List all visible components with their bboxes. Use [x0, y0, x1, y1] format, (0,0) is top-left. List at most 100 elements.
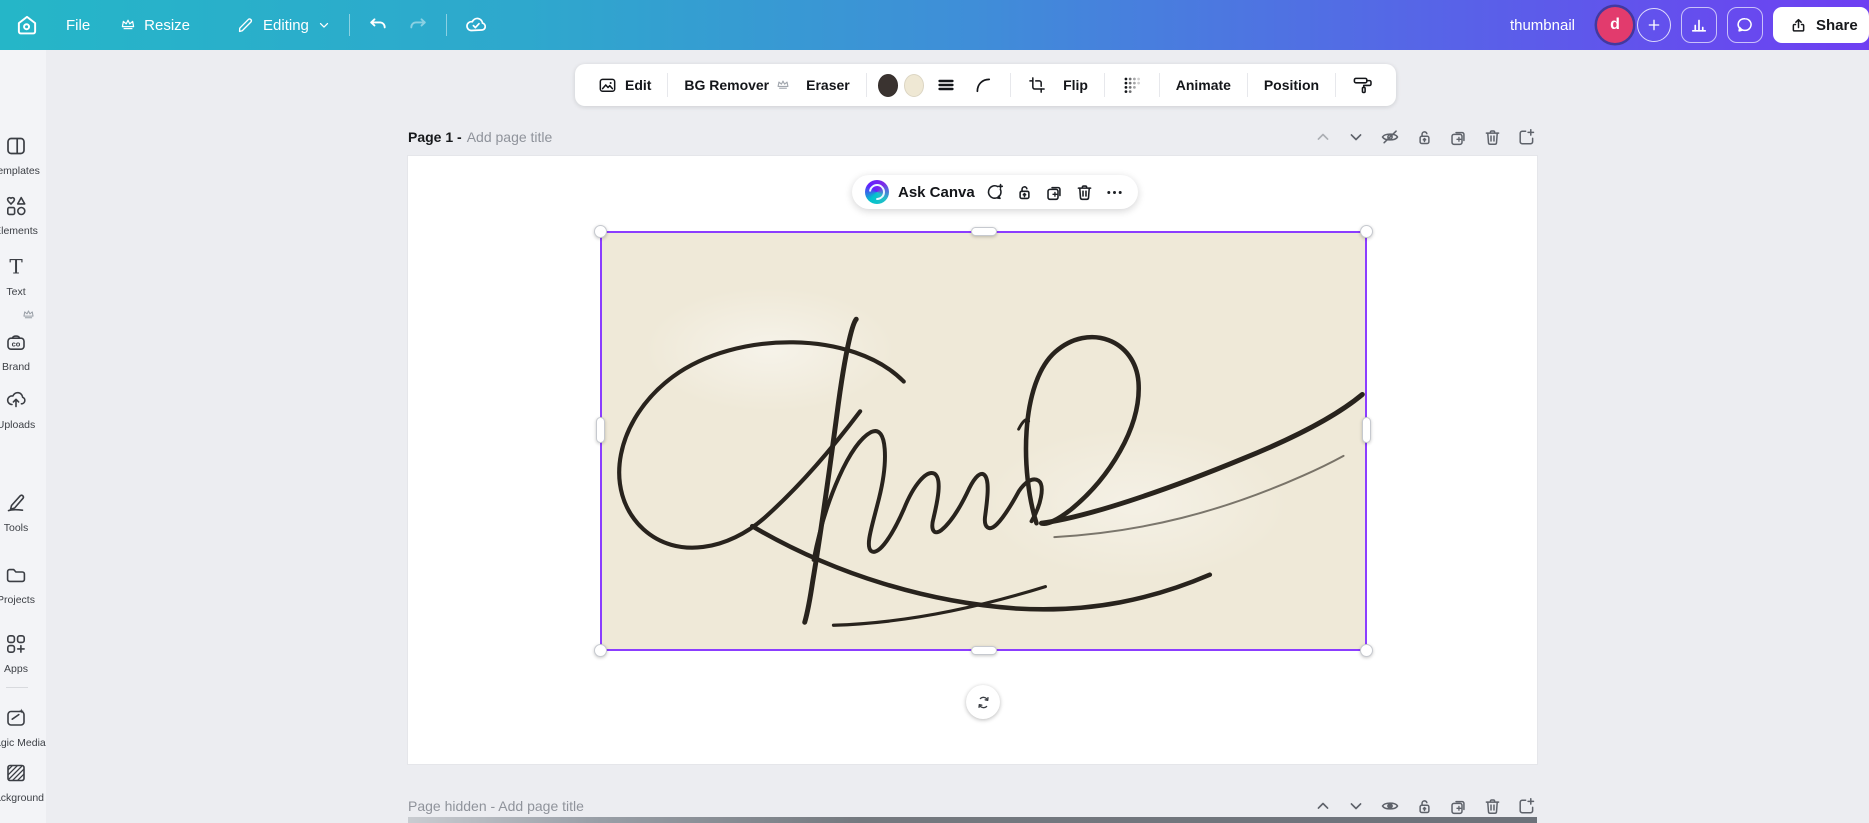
ask-canva-button[interactable]: Ask Canva: [898, 184, 975, 201]
color-swatch-secondary[interactable]: [903, 73, 925, 97]
rotate-handle[interactable]: [966, 685, 1000, 719]
selection-handle-bottom-left[interactable]: [594, 644, 607, 657]
signature-image[interactable]: [602, 233, 1365, 649]
edit-image-icon: [597, 75, 618, 96]
crop-button[interactable]: [1019, 70, 1055, 100]
bg-remover-button[interactable]: BG Remover: [676, 72, 798, 98]
selection-handle-bottom[interactable]: [971, 646, 997, 655]
redo-button[interactable]: [398, 8, 438, 42]
selection-handle-top[interactable]: [971, 227, 997, 236]
transparency-button[interactable]: [1113, 69, 1151, 101]
edit-image-button[interactable]: Edit: [589, 70, 659, 101]
page-2-header: Page hidden - Add page title: [408, 795, 1537, 817]
move-page-down-button[interactable]: [1346, 127, 1366, 147]
share-button[interactable]: Share: [1773, 7, 1869, 43]
flip-button[interactable]: Flip: [1055, 72, 1096, 98]
lock-page-button[interactable]: [1414, 127, 1435, 148]
comments-button[interactable]: [1727, 7, 1763, 43]
add-page-button[interactable]: [1516, 796, 1537, 817]
show-page-button[interactable]: [1379, 795, 1401, 817]
crown-icon: [22, 308, 35, 321]
selected-image-frame: [594, 225, 1373, 657]
hide-page-button[interactable]: [1379, 126, 1401, 148]
line-weight-button[interactable]: [927, 69, 965, 101]
pencil-icon: [236, 16, 255, 35]
lock-page-button[interactable]: [1414, 796, 1435, 817]
resize-button[interactable]: Resize: [110, 11, 200, 40]
position-button[interactable]: Position: [1256, 72, 1327, 98]
page-2-canvas-edge[interactable]: [408, 817, 1537, 823]
tools-icon: [0, 491, 46, 515]
object-panel-rail: Templates Elements T Text: [0, 50, 46, 823]
page-1-title[interactable]: Page 1 - Add page title: [408, 129, 552, 145]
divider: [445, 14, 447, 36]
sidebar-item-label: Apps: [4, 663, 28, 675]
insights-button[interactable]: [1681, 7, 1717, 43]
more-options-button[interactable]: [1104, 182, 1125, 203]
divider: [1246, 73, 1248, 97]
sidebar-item-apps[interactable]: Apps: [0, 632, 46, 675]
crop-icon: [1027, 75, 1047, 95]
delete-page-button[interactable]: [1482, 796, 1503, 817]
selection-handle-top-right[interactable]: [1360, 225, 1373, 238]
lock-button[interactable]: [1014, 182, 1035, 203]
flip-label: Flip: [1063, 77, 1088, 93]
page-1-controls: [1313, 126, 1537, 148]
sidebar-item-magic-media[interactable]: Magic Media: [0, 706, 46, 749]
add-page-button[interactable]: [1516, 127, 1537, 148]
invite-member-button[interactable]: [1637, 8, 1671, 42]
divider: [1335, 73, 1336, 97]
move-page-up-button[interactable]: [1313, 796, 1333, 816]
animate-button[interactable]: Animate: [1168, 72, 1239, 98]
home-button[interactable]: [6, 6, 48, 44]
plus-icon: [1646, 17, 1662, 33]
duplicate-page-button[interactable]: [1448, 796, 1469, 817]
avatar[interactable]: d: [1597, 7, 1633, 43]
file-menu-label: File: [66, 16, 91, 34]
duplicate-page-button[interactable]: [1448, 127, 1469, 148]
text-icon: T: [0, 255, 46, 279]
curve-button[interactable]: [965, 70, 1002, 101]
file-menu-button[interactable]: File: [56, 11, 100, 40]
page-2-title[interactable]: Page hidden - Add page title: [408, 798, 584, 814]
transparency-icon: [1121, 74, 1143, 96]
undo-button[interactable]: [358, 8, 398, 42]
eraser-button[interactable]: Eraser: [798, 72, 858, 98]
save-status-button[interactable]: [455, 7, 497, 43]
duplicate-button[interactable]: [1044, 182, 1065, 203]
delete-button[interactable]: [1074, 182, 1095, 203]
sidebar-item-projects[interactable]: Projects: [0, 563, 46, 606]
selection-handle-top-left[interactable]: [594, 225, 607, 238]
sidebar-item-label: Text: [6, 286, 26, 298]
comment-button[interactable]: [984, 182, 1005, 203]
sidebar-item-elements[interactable]: Elements: [0, 194, 46, 237]
sidebar-item-text[interactable]: T Text: [0, 255, 46, 298]
page-1-header: Page 1 - Add page title: [408, 126, 1537, 148]
copy-style-button[interactable]: [1344, 69, 1382, 101]
canva-editor: { "topbar": { "file": "File", "resize": …: [0, 0, 1869, 823]
curve-icon: [973, 75, 994, 96]
sidebar-item-brand[interactable]: co Brand: [0, 330, 46, 373]
sidebar-item-background[interactable]: Background: [0, 761, 46, 804]
color-swatch-primary[interactable]: [877, 73, 898, 97]
editing-mode-button[interactable]: Editing: [226, 10, 341, 41]
page-2-controls: [1313, 795, 1537, 817]
sidebar-item-uploads[interactable]: Uploads: [0, 388, 46, 431]
top-bar: File Resize Editing thumbnail d Share: [0, 0, 1869, 50]
eraser-label: Eraser: [806, 77, 850, 93]
sidebar-item-label: Background: [0, 792, 45, 804]
move-page-up-button[interactable]: [1313, 127, 1333, 147]
sidebar-item-label: Elements: [0, 225, 38, 237]
divider: [1010, 73, 1012, 97]
selection-handle-right[interactable]: [1362, 417, 1371, 443]
sidebar-item-tools[interactable]: Tools: [0, 491, 46, 534]
magic-media-icon: [0, 706, 46, 730]
sidebar-item-label: Magic Media: [0, 737, 46, 749]
selection-handle-bottom-right[interactable]: [1360, 644, 1373, 657]
selection-handle-left[interactable]: [596, 417, 605, 443]
delete-page-button[interactable]: [1482, 127, 1503, 148]
document-title[interactable]: thumbnail: [1510, 17, 1575, 34]
svg-text:co: co: [12, 339, 21, 348]
move-page-down-button[interactable]: [1346, 796, 1366, 816]
sidebar-item-templates[interactable]: Templates: [0, 134, 46, 177]
